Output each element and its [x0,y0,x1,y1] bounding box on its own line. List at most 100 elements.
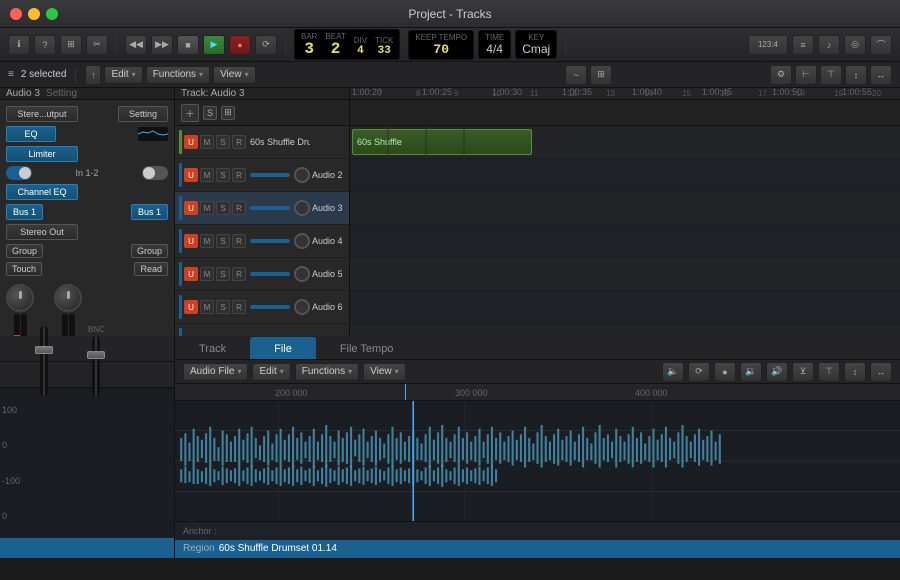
main-fader[interactable] [40,326,48,396]
stereo-out-btn[interactable]: Stereo Out [6,224,78,240]
channel-eq-btn[interactable]: Channel EQ [6,184,78,200]
info-button[interactable]: ℹ [8,35,30,55]
track-u-2[interactable]: U [184,168,198,182]
track-s-6[interactable]: S [216,300,230,314]
bnc-fader-thumb[interactable] [87,351,105,359]
play-button[interactable]: ▶ [203,35,225,55]
group-btn[interactable]: Group [6,244,43,258]
track-m-3[interactable]: M [200,201,214,215]
track-fader-4[interactable] [250,239,290,243]
track-lane-1[interactable]: 60s Shuffle [350,126,900,159]
track-knob-4[interactable] [294,233,310,249]
track-lane-6[interactable] [350,291,900,324]
track-knob-3[interactable] [294,200,310,216]
track-s-btn-1[interactable]: S [216,135,230,149]
vol-down-btn[interactable]: 🔉 [740,362,762,382]
record-lower-btn[interactable]: ● [714,362,736,382]
track-knob-6[interactable] [294,299,310,315]
speaker-icon-btn[interactable]: 🔈 [662,362,684,382]
record-button[interactable]: ● [229,35,251,55]
lower-view-dropdown[interactable]: View ▾ [363,363,406,381]
track-u-4[interactable]: U [184,234,198,248]
zoom-btn[interactable]: ⚙ [770,65,792,85]
s-track-btn[interactable]: S [203,106,217,120]
track-fader-2[interactable] [250,173,290,177]
settings-button[interactable]: ✂ [86,35,108,55]
lower-zoom-out[interactable]: ⊻ [792,362,814,382]
track-u-btn-1[interactable]: U [184,135,198,149]
track-fader-5[interactable] [250,272,290,276]
track-r-2[interactable]: R [232,168,246,182]
loop-lower-btn[interactable]: ⟳ [688,362,710,382]
tab-file-tempo[interactable]: File Tempo [316,337,418,359]
minimize-button[interactable] [28,8,40,20]
headphones-btn[interactable]: ⌒ [870,35,892,55]
lower-functions-dropdown[interactable]: Functions ▾ [295,363,359,381]
track-fader-6[interactable] [250,305,290,309]
bnc-fader[interactable] [92,336,100,396]
vol-up-btn[interactable]: 🔊 [766,362,788,382]
eq-btn[interactable]: EQ [6,126,56,142]
read-btn[interactable]: Read [134,262,168,276]
limiter-btn[interactable]: Limiter [6,146,78,162]
link-btn[interactable]: ↕ [845,65,867,85]
bus1b-btn[interactable]: Bus 1 [131,204,168,220]
help-button[interactable]: ? [34,35,56,55]
audio-file-dropdown[interactable]: Audio File ▾ [183,363,248,381]
track-s-2[interactable]: S [216,168,230,182]
add-track-button[interactable]: + [181,104,199,122]
track-u-5[interactable]: U [184,267,198,281]
track-fader-3[interactable] [250,206,290,210]
mixer-btn[interactable]: ≡ [792,35,814,55]
lower-edit-dropdown[interactable]: Edit ▾ [252,363,290,381]
lower-zoom-in[interactable]: ⊤ [818,362,840,382]
input-toggle[interactable] [6,166,32,180]
track-r-3[interactable]: R [232,201,246,215]
midi-button[interactable]: ⊞ [60,35,82,55]
nav-up-btn[interactable]: ⊤ [820,65,842,85]
rewind-button[interactable]: ◀◀ [125,35,147,55]
edit-dropdown[interactable]: Edit ▾ [104,66,142,84]
track-s-5[interactable]: S [216,267,230,281]
region-1[interactable]: 60s Shuffle [352,129,532,155]
functions-dropdown[interactable]: Functions ▾ [146,66,210,84]
lower-link[interactable]: ↕ [844,362,866,382]
track-m-2[interactable]: M [200,168,214,182]
view-dropdown[interactable]: View ▾ [213,66,256,84]
track-r-6[interactable]: R [232,300,246,314]
track-m-5[interactable]: M [200,267,214,281]
fader-thumb[interactable] [35,346,53,354]
stop-button[interactable]: ■ [177,35,199,55]
loop-button[interactable]: ⟳ [255,35,277,55]
track-r-btn-1[interactable]: R [232,135,246,149]
track-lane-4[interactable] [350,225,900,258]
input-toggle2[interactable] [142,166,168,180]
track-knob-2[interactable] [294,167,310,183]
tab-track[interactable]: Track [175,337,250,359]
track-m-6[interactable]: M [200,300,214,314]
track-r-4[interactable]: R [232,234,246,248]
touch-btn[interactable]: Touch [6,262,42,276]
fold-btn[interactable]: ⊞ [221,106,235,120]
region-up-button[interactable]: ↑ [85,65,101,85]
track-m-btn-1[interactable]: M [200,135,214,149]
track-s-3[interactable]: S [216,201,230,215]
track-knob-5[interactable] [294,266,310,282]
bus1-btn[interactable]: Bus 1 [6,204,43,220]
setting-btn[interactable]: Setting [118,106,168,122]
automation-btn[interactable]: ~ [565,65,587,85]
speaker-btn[interactable]: ◎ [844,35,866,55]
pan-knob-r[interactable] [54,284,82,312]
track-lane-3[interactable] [350,192,900,225]
track-u-3[interactable]: U [184,201,198,215]
tab-file[interactable]: File [250,337,316,359]
maximize-button[interactable] [46,8,58,20]
nav-left-btn[interactable]: ⊢ [795,65,817,85]
fast-forward-button[interactable]: ▶▶ [151,35,173,55]
track-m-4[interactable]: M [200,234,214,248]
track-u-6[interactable]: U [184,300,198,314]
track-lane-2[interactable] [350,159,900,192]
waveform-display[interactable] [175,401,900,521]
stereo-output-btn[interactable]: Stere...utput [6,106,78,122]
track-s-4[interactable]: S [216,234,230,248]
